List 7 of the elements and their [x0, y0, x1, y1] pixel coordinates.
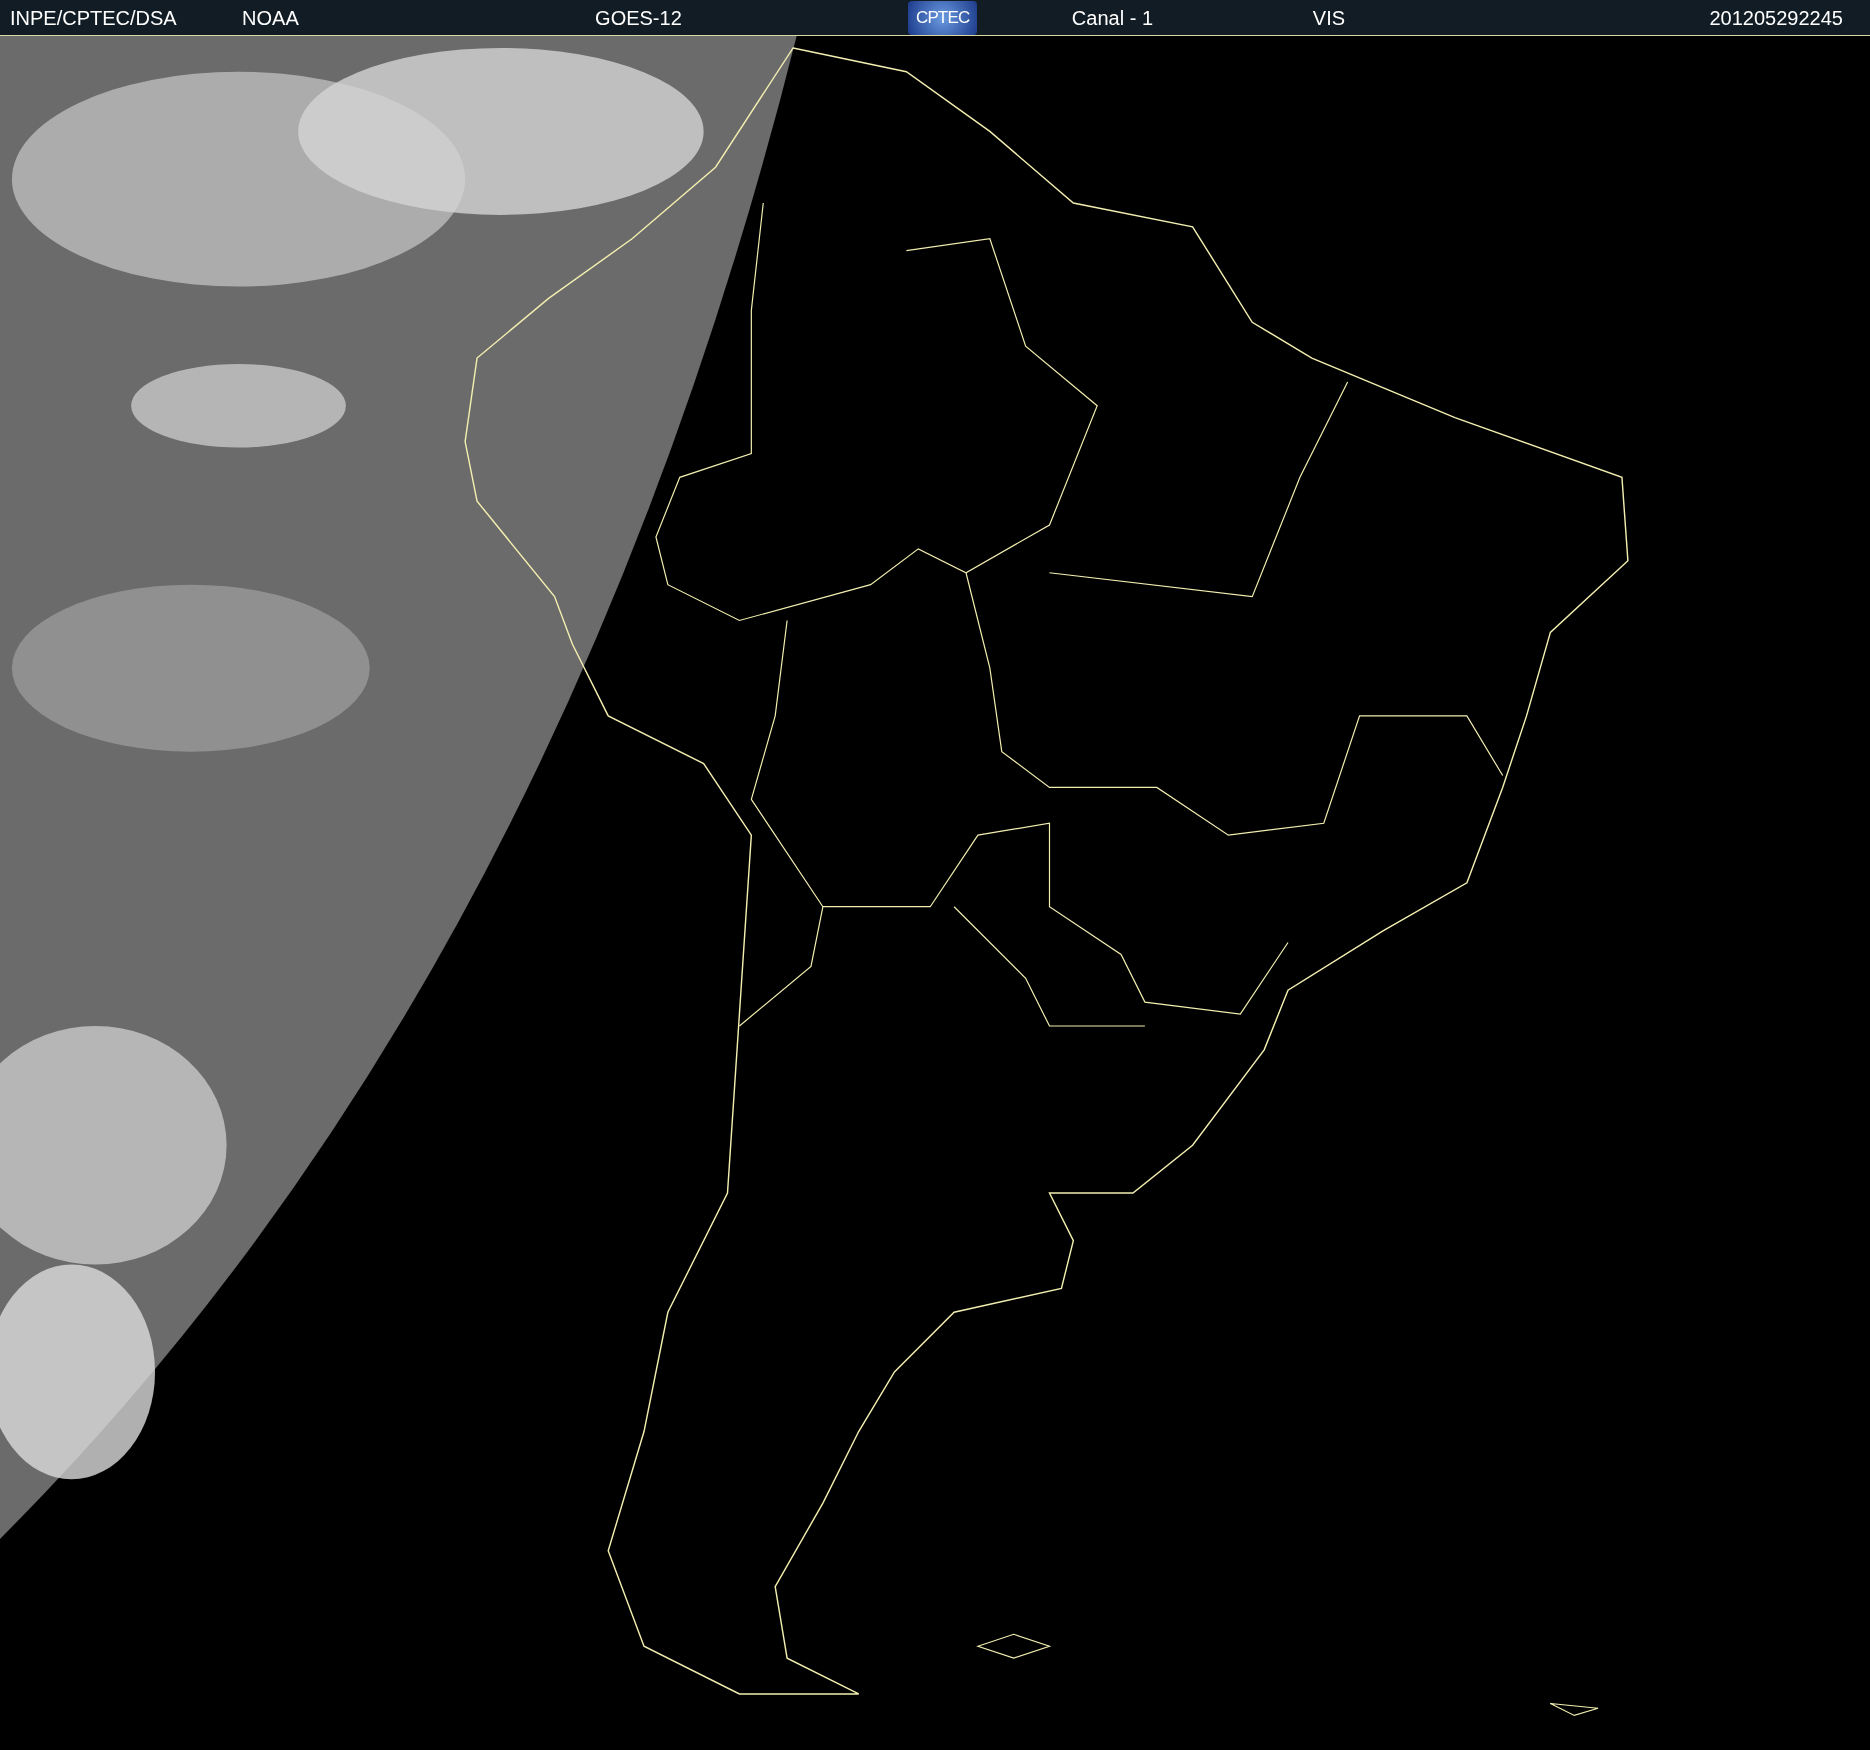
header-label: VIS [1312, 5, 1347, 31]
header-label: NOAA [242, 5, 300, 31]
header-label: Canal - 1 [1071, 5, 1154, 31]
logo: CPTEC [908, 0, 977, 35]
header-label: INPE/CPTEC/DSA [9, 5, 178, 31]
header-label: GOES-12 [595, 5, 683, 31]
timestamp-label: 201205292245 [1709, 5, 1844, 31]
